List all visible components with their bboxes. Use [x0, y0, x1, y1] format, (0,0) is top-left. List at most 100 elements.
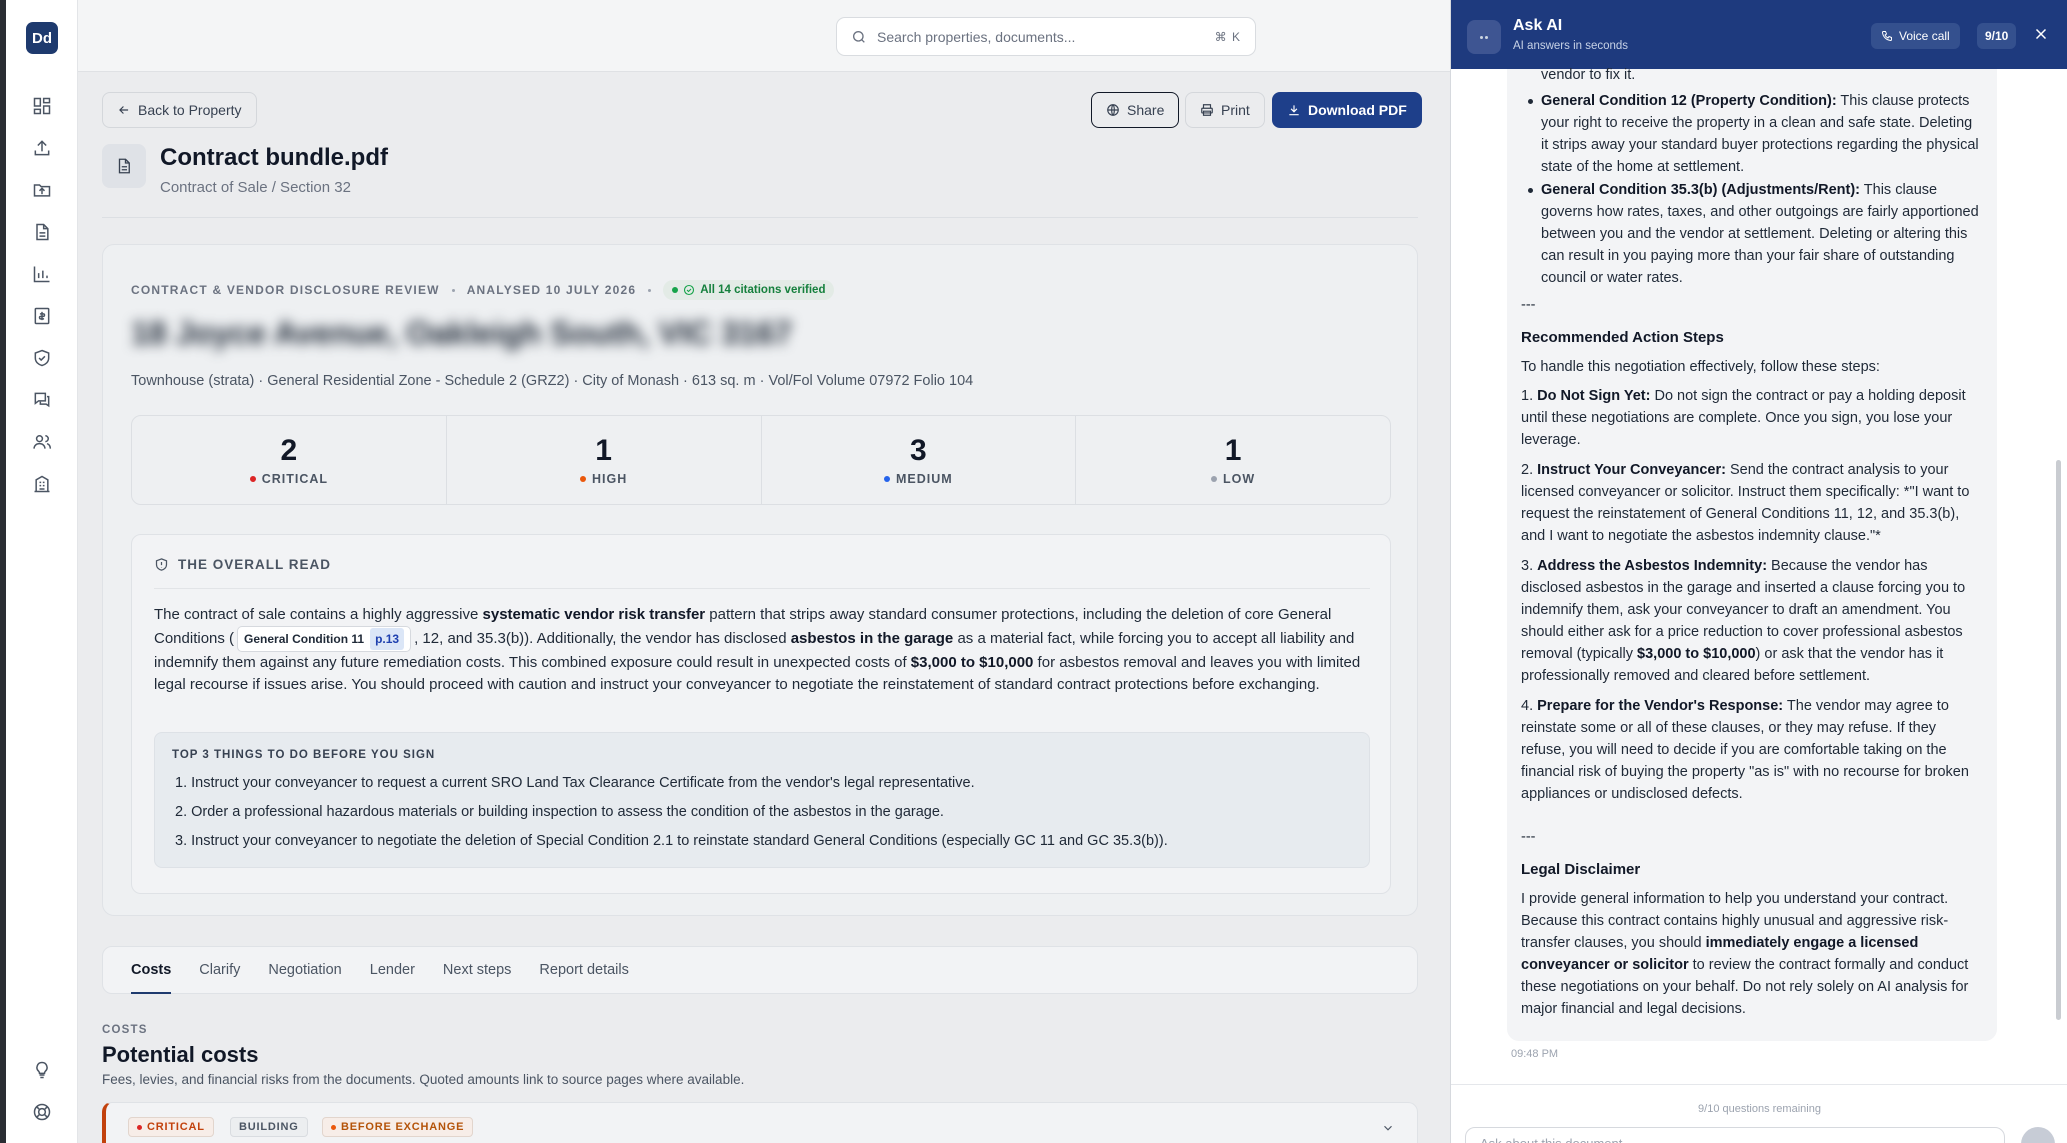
- print-button[interactable]: Print: [1185, 92, 1265, 128]
- costs-kicker: COSTS: [102, 1024, 148, 1036]
- section-tabs: Costs Clarify Negotiation Lender Next st…: [102, 946, 1418, 994]
- tab-clarify[interactable]: Clarify: [199, 946, 240, 994]
- property-address: 18 Joyce Avenue, Oakleigh South, VIC 316…: [131, 315, 792, 351]
- bold-text: systematic vendor risk transfer: [482, 606, 706, 623]
- bold-text: General Condition 35.3(b) (Adjustments/R…: [1541, 182, 1861, 198]
- sidebar: Dd: [0, 0, 78, 1143]
- bold-text: $3,000 to $10,000: [910, 654, 1034, 671]
- lightbulb-icon[interactable]: [30, 1058, 54, 1082]
- high-dot-icon: [580, 476, 586, 482]
- message-text: I provide general information to help yo…: [1521, 888, 1981, 1020]
- share-label: Share: [1127, 102, 1165, 118]
- tab-negotiation[interactable]: Negotiation: [268, 946, 341, 994]
- costs-description: Fees, levies, and financial risks from t…: [102, 1072, 745, 1087]
- send-button[interactable]: [2021, 1127, 2055, 1143]
- message-text: To handle this negotiation effectively, …: [1521, 359, 1880, 375]
- message-heading: Recommended Action Steps: [1521, 329, 1724, 346]
- close-icon[interactable]: [2032, 25, 2050, 48]
- search-input[interactable]: Search properties, documents...: [877, 29, 1075, 45]
- review-meta: CONTRACT & VENDOR DISCLOSURE REVIEW ANAL…: [131, 280, 835, 300]
- message-timestamp: 09:48 PM: [1511, 1048, 1559, 1060]
- divider: [102, 217, 1418, 218]
- bold-text: $3,000 to $10,000: [1637, 646, 1756, 662]
- citation-chip[interactable]: General Condition 11 p.13: [237, 626, 412, 652]
- top3-item: 2. Order a professional hazardous materi…: [175, 804, 944, 820]
- download-pdf-button[interactable]: Download PDF: [1272, 92, 1422, 128]
- message-heading: Legal Disclaimer: [1521, 861, 1641, 878]
- tab-costs[interactable]: Costs: [131, 946, 172, 994]
- back-to-property-button[interactable]: Back to Property: [102, 92, 257, 128]
- tab-lender[interactable]: Lender: [370, 946, 415, 994]
- separator-text: ---: [1521, 297, 1536, 313]
- badge-label: CRITICAL: [147, 1121, 205, 1133]
- app-logo[interactable]: Dd: [26, 22, 58, 54]
- chevron-down-icon[interactable]: [1381, 1121, 1395, 1140]
- printer-icon: [1201, 104, 1213, 116]
- risk-counts: 2 CRITICAL 1 HIGH 3 MEDIUM 1 LOW: [131, 415, 1391, 505]
- count-label: LOW: [1223, 472, 1256, 486]
- verified-badge[interactable]: All 14 citations verified: [663, 280, 835, 300]
- divider: [154, 588, 1370, 589]
- page-title: Contract bundle.pdf: [160, 144, 388, 171]
- shield-check-icon[interactable]: [30, 346, 54, 370]
- voice-call-label: Voice call: [1899, 29, 1950, 43]
- low-dot-icon: [1211, 476, 1218, 482]
- critical-dot-icon: [137, 1124, 142, 1130]
- count-critical[interactable]: 2 CRITICAL: [132, 416, 447, 504]
- voice-call-button[interactable]: Voice call: [1871, 23, 1960, 49]
- cost-item[interactable]: CRITICAL BUILDING BEFORE EXCHANGE: [102, 1102, 1418, 1143]
- ask-input[interactable]: Ask about this document...: [1465, 1127, 2005, 1143]
- chart-icon[interactable]: [30, 262, 54, 286]
- overall-paragraph: The contract of sale contains a highly a…: [154, 604, 1374, 696]
- critical-dot-icon: [249, 476, 256, 482]
- citation-page: p.13: [370, 628, 405, 650]
- back-label: Back to Property: [138, 102, 242, 118]
- page-subtitle: Contract of Sale / Section 32: [160, 179, 351, 196]
- count-medium[interactable]: 3 MEDIUM: [762, 416, 1077, 504]
- bold-text: asbestos in the garage: [790, 629, 954, 647]
- dashboard-icon[interactable]: [30, 94, 54, 118]
- top-bar: Search properties, documents... ⌘ K: [78, 0, 1450, 72]
- invoice-icon[interactable]: [30, 304, 54, 328]
- review-card: CONTRACT & VENDOR DISCLOSURE REVIEW ANAL…: [102, 244, 1418, 916]
- tab-report-details[interactable]: Report details: [539, 946, 628, 994]
- main-content: Back to Property Share Print Download PD…: [78, 72, 1450, 1143]
- question-quota: 9/10: [1977, 23, 2017, 49]
- message-text: vendor to fix it.: [1541, 67, 1636, 83]
- building-icon[interactable]: [30, 472, 54, 496]
- bold-text: Address the Asbestos Indemnity:: [1537, 558, 1768, 574]
- count-high[interactable]: 1 HIGH: [447, 416, 762, 504]
- shield-icon: [155, 558, 168, 571]
- scrollbar[interactable]: [2056, 460, 2061, 1020]
- phone-icon: [1881, 31, 1892, 42]
- ai-message: vendor to fix it. General Condition 12 (…: [1507, 67, 1997, 1041]
- users-icon[interactable]: [30, 430, 54, 454]
- bullet-icon: [1528, 188, 1533, 193]
- verified-label: All 14 citations verified: [700, 284, 826, 296]
- count-label: HIGH: [592, 472, 628, 486]
- panel-subtitle: AI answers in seconds: [1513, 40, 1629, 52]
- count-number: 3: [910, 434, 927, 467]
- overall-read: THE OVERALL READ The contract of sale co…: [131, 534, 1391, 894]
- folder-upload-icon[interactable]: [30, 178, 54, 202]
- lifebuoy-icon[interactable]: [30, 1100, 54, 1124]
- file-icon: [102, 144, 146, 188]
- text: The contract of sale contains a highly a…: [154, 606, 483, 623]
- badge-label: BEFORE EXCHANGE: [341, 1121, 465, 1133]
- ask-ai-panel: Ask AI AI answers in seconds Voice call …: [1450, 0, 2067, 1143]
- search-box[interactable]: Search properties, documents... ⌘ K: [836, 17, 1256, 56]
- search-shortcut: ⌘ K: [1214, 29, 1241, 44]
- share-button[interactable]: Share: [1091, 92, 1180, 128]
- document-icon[interactable]: [30, 220, 54, 244]
- count-number: 2: [280, 434, 298, 467]
- chat-icon[interactable]: [30, 388, 54, 412]
- globe-icon: [1107, 104, 1119, 116]
- count-low[interactable]: 1 LOW: [1076, 416, 1390, 504]
- tab-next-steps[interactable]: Next steps: [443, 946, 512, 994]
- upload-icon[interactable]: [30, 136, 54, 160]
- panel-title: Ask AI: [1513, 17, 1563, 34]
- medium-dot-icon: [884, 476, 891, 482]
- separator-text: ---: [1521, 829, 1536, 845]
- count-label: MEDIUM: [896, 472, 953, 486]
- message-bullet: General Condition 12 (Property Condition…: [1541, 90, 1981, 178]
